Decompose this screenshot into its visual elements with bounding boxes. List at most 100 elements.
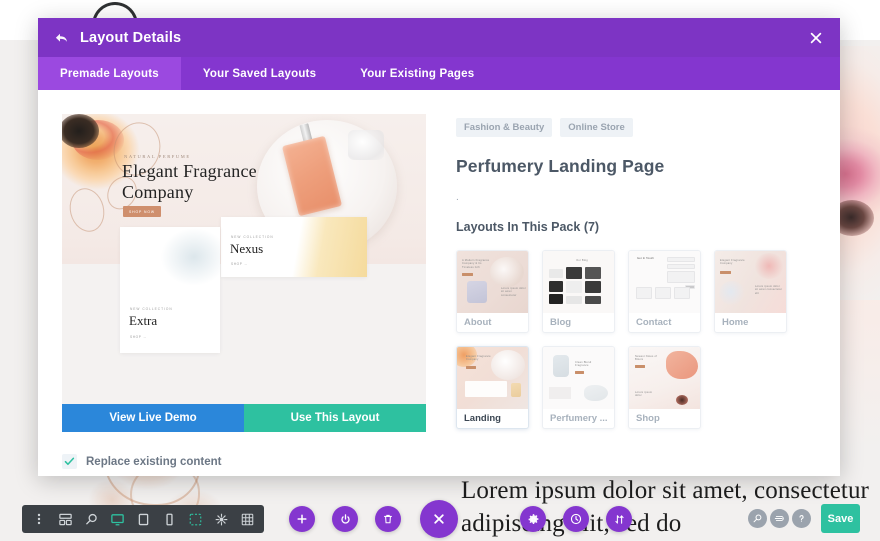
check-icon[interactable] [62, 454, 77, 469]
vertical-dots-icon[interactable] [26, 506, 52, 532]
layout-thumbnail: Clean Blend Fragrance [543, 347, 614, 409]
view-live-demo-button[interactable]: View Live Demo [62, 404, 244, 432]
modal-body: NATURAL PERFUME Elegant Fragrance Compan… [38, 90, 840, 476]
category-chips: Fashion & Beauty Online Store [456, 118, 818, 137]
thumb-text-decor: A Modern Fragrance Company & Its Timeles… [462, 259, 490, 269]
replace-existing-content-checkbox[interactable]: Replace existing content [62, 454, 426, 469]
thumb-box-decor [674, 287, 690, 299]
preview-card-more: SHOP → [130, 335, 147, 339]
thumb-block-decor [549, 269, 563, 278]
layout-blocks-icon[interactable] [52, 506, 78, 532]
thumb-decor [467, 281, 487, 303]
layout-card-about[interactable]: A Modern Fragrance Company & Its Timeles… [456, 250, 529, 333]
help-icon[interactable] [792, 509, 811, 528]
layout-thumbnail: A Modern Fragrance Company & Its Timeles… [457, 251, 528, 313]
close-icon[interactable] [420, 500, 458, 538]
thumb-block-decor [585, 267, 601, 279]
tab-your-existing-pages[interactable]: Your Existing Pages [338, 57, 496, 90]
divi-icon[interactable] [770, 509, 789, 528]
thumb-block-decor [549, 387, 571, 399]
search-icon[interactable] [78, 506, 104, 532]
thumb-field-decor [667, 257, 695, 262]
layout-card-label: Home [722, 317, 749, 328]
thumb-bar-decor [466, 366, 476, 369]
thumb-text-decor: Clean Blend Fragrance [575, 361, 592, 368]
thumb-text-decor: Our Blog [576, 259, 588, 262]
thumb-bottle-decor [553, 355, 569, 377]
thumb-decor [584, 385, 608, 401]
power-icon[interactable] [332, 506, 358, 532]
thumb-text-decor: Get In Touch [637, 257, 655, 260]
layout-card-label: Shop [636, 413, 660, 424]
add-icon[interactable] [289, 506, 315, 532]
layout-card-landing[interactable]: Elegant Fragrance Company Landing [456, 346, 529, 429]
tablet-icon[interactable] [130, 506, 156, 532]
layout-card-shop[interactable]: Newest Notes of Bloom Lorem ipsum dolor … [628, 346, 701, 429]
tab-your-saved-layouts[interactable]: Your Saved Layouts [181, 57, 338, 90]
close-icon[interactable] [806, 28, 826, 48]
preview-card-name: Nexus [230, 241, 264, 256]
desktop-icon[interactable] [104, 506, 130, 532]
thumb-block-decor [549, 281, 563, 292]
thumb-block-decor [585, 296, 601, 304]
select-region-icon[interactable] [182, 506, 208, 532]
thumb-text-decor: Lorem ipsum dolor sit amet consectetur e… [755, 285, 783, 295]
search-icon[interactable] [748, 509, 767, 528]
thumb-product-decor [511, 383, 521, 397]
sort-icon[interactable] [606, 506, 632, 532]
thumb-block-decor [585, 281, 601, 293]
layout-details-column: Fashion & Beauty Online Store Perfumery … [456, 114, 818, 476]
pack-count-heading: Layouts In This Pack (7) [456, 220, 600, 234]
thumb-box-decor [655, 287, 671, 299]
toolbar-left-group [22, 505, 186, 533]
pack-description: . [456, 192, 459, 203]
layout-thumbnail: Elegant Fragrance Company [457, 347, 528, 409]
page-title: Layout Details [80, 29, 182, 46]
preview-headline: Elegant Fragrance Company [122, 161, 257, 202]
toolbar-mid-group [178, 505, 264, 533]
bottom-toolbar: Save [0, 496, 880, 541]
preview-action-buttons: View Live Demo Use This Layout [62, 404, 426, 432]
tab-premade-layouts[interactable]: Premade Layouts [38, 57, 181, 90]
layout-preview-image: NATURAL PERFUME Elegant Fragrance Compan… [62, 114, 426, 404]
use-this-layout-button[interactable]: Use This Layout [244, 404, 426, 432]
layout-thumbnail: Get In Touch [629, 251, 700, 313]
layouts-grid: A Modern Fragrance Company & Its Timeles… [456, 250, 818, 429]
trash-icon[interactable] [375, 506, 401, 532]
thumb-bar-decor [635, 365, 645, 368]
grid-icon[interactable] [234, 506, 260, 532]
thumb-block-decor [566, 296, 582, 304]
thumb-field-decor [667, 271, 695, 283]
thumb-text-decor: Elegant Fragrance Company [720, 259, 745, 266]
layout-card-home[interactable]: Elegant Fragrance Company Lorem ipsum do… [714, 250, 787, 333]
thumb-card-decor [465, 381, 507, 397]
layout-card-label: Contact [636, 317, 672, 328]
layout-card-blog[interactable]: Our Blog Blog [542, 250, 615, 333]
layout-preview-column: NATURAL PERFUME Elegant Fragrance Compan… [62, 114, 426, 476]
layout-card-perfumery[interactable]: Clean Blend Fragrance Perfumery ... [542, 346, 615, 429]
replace-existing-content-label: Replace existing content [86, 455, 222, 468]
preview-card-name: Extra [129, 313, 158, 328]
layout-card-label: About [464, 317, 492, 328]
thumb-block-decor [566, 267, 582, 279]
layout-details-modal: Layout Details Premade Layouts Your Save… [38, 18, 840, 476]
back-arrow-icon[interactable] [54, 30, 69, 45]
gear-icon[interactable] [520, 506, 546, 532]
category-chip-fashion-beauty[interactable]: Fashion & Beauty [456, 118, 553, 137]
modal-header: Layout Details [38, 18, 840, 57]
thumb-bar-decor [720, 271, 731, 274]
wireframe-icon[interactable] [208, 506, 234, 532]
save-button[interactable]: Save [821, 504, 860, 533]
thumb-bar-decor [575, 371, 584, 374]
category-chip-online-store[interactable]: Online Store [560, 118, 633, 137]
layout-card-contact[interactable]: Get In Touch Contact [628, 250, 701, 333]
layout-thumbnail: Elegant Fragrance Company Lorem ipsum do… [715, 251, 786, 313]
thumb-bar-decor [462, 273, 473, 276]
thumb-text-decor: Newest Notes of Bloom [635, 355, 658, 362]
pack-title: Perfumery Landing Page [456, 156, 665, 176]
layout-card-label: Landing [464, 413, 501, 424]
thumb-plate-decor [491, 350, 525, 380]
history-clock-icon[interactable] [563, 506, 589, 532]
thumb-dot-decor [676, 395, 688, 405]
preview-card-more: SHOP → [231, 262, 248, 266]
